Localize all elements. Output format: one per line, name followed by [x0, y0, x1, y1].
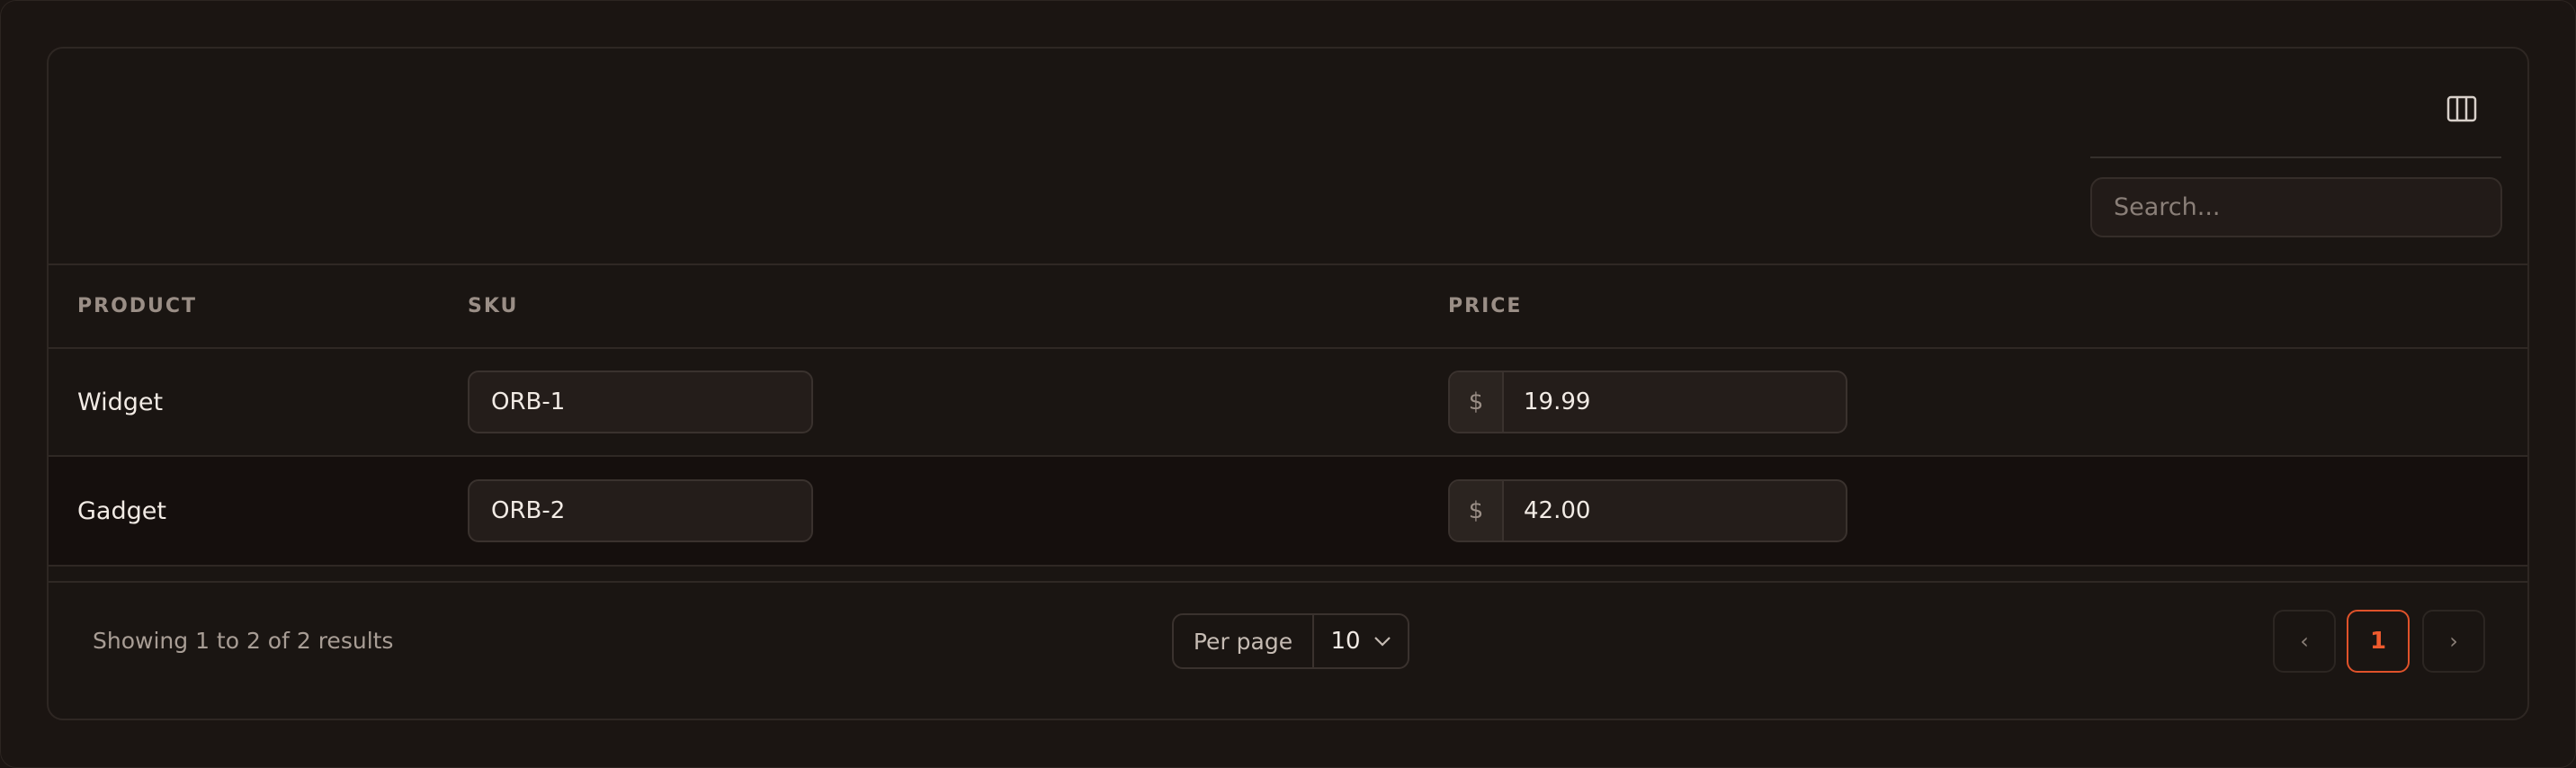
column-toggle-button[interactable]	[2445, 92, 2479, 126]
per-page-select[interactable]: 10	[1314, 615, 1408, 667]
price-cell: $	[1419, 456, 2527, 567]
table-footer: Showing 1 to 2 of 2 results Per page 10 …	[49, 581, 2527, 719]
table-panel: PRODUCT SKU PRICE Widget $	[47, 47, 2529, 720]
per-page-control: Per page 10	[1172, 613, 1409, 669]
price-input[interactable]	[1504, 372, 1846, 432]
search-divider	[2090, 156, 2501, 158]
products-table: PRODUCT SKU PRICE Widget $	[49, 265, 2527, 567]
column-header-price: PRICE	[1419, 265, 2527, 349]
table-row: Gadget $	[49, 456, 2527, 567]
sku-input[interactable]	[468, 371, 813, 433]
sku-cell	[439, 456, 1419, 567]
sku-cell	[439, 348, 1419, 457]
table-header-row: PRODUCT SKU PRICE	[49, 265, 2527, 349]
price-input-group: $	[1448, 371, 1847, 433]
product-name: Widget	[49, 348, 439, 457]
per-page-label: Per page	[1174, 615, 1314, 667]
price-input-group: $	[1448, 479, 1847, 542]
sku-input[interactable]	[468, 479, 813, 542]
previous-page-button[interactable]: ‹	[2273, 610, 2336, 673]
table-toolbar	[49, 49, 2527, 265]
search-input[interactable]	[2090, 177, 2502, 237]
columns-icon	[2446, 95, 2477, 122]
product-name: Gadget	[49, 456, 439, 567]
next-page-button[interactable]: ›	[2422, 610, 2485, 673]
chevron-down-icon	[1373, 637, 1391, 647]
currency-prefix: $	[1450, 372, 1504, 432]
price-cell: $	[1419, 348, 2527, 457]
table-row: Widget $	[49, 348, 2527, 457]
app-frame: PRODUCT SKU PRICE Widget $	[0, 0, 2576, 768]
price-input[interactable]	[1504, 481, 1846, 540]
column-header-sku: SKU	[439, 265, 1419, 349]
per-page-value: 10	[1330, 628, 1361, 655]
currency-prefix: $	[1450, 481, 1504, 540]
results-summary: Showing 1 to 2 of 2 results	[93, 628, 394, 654]
column-header-product: PRODUCT	[49, 265, 439, 349]
page-1-button[interactable]: 1	[2347, 610, 2410, 673]
